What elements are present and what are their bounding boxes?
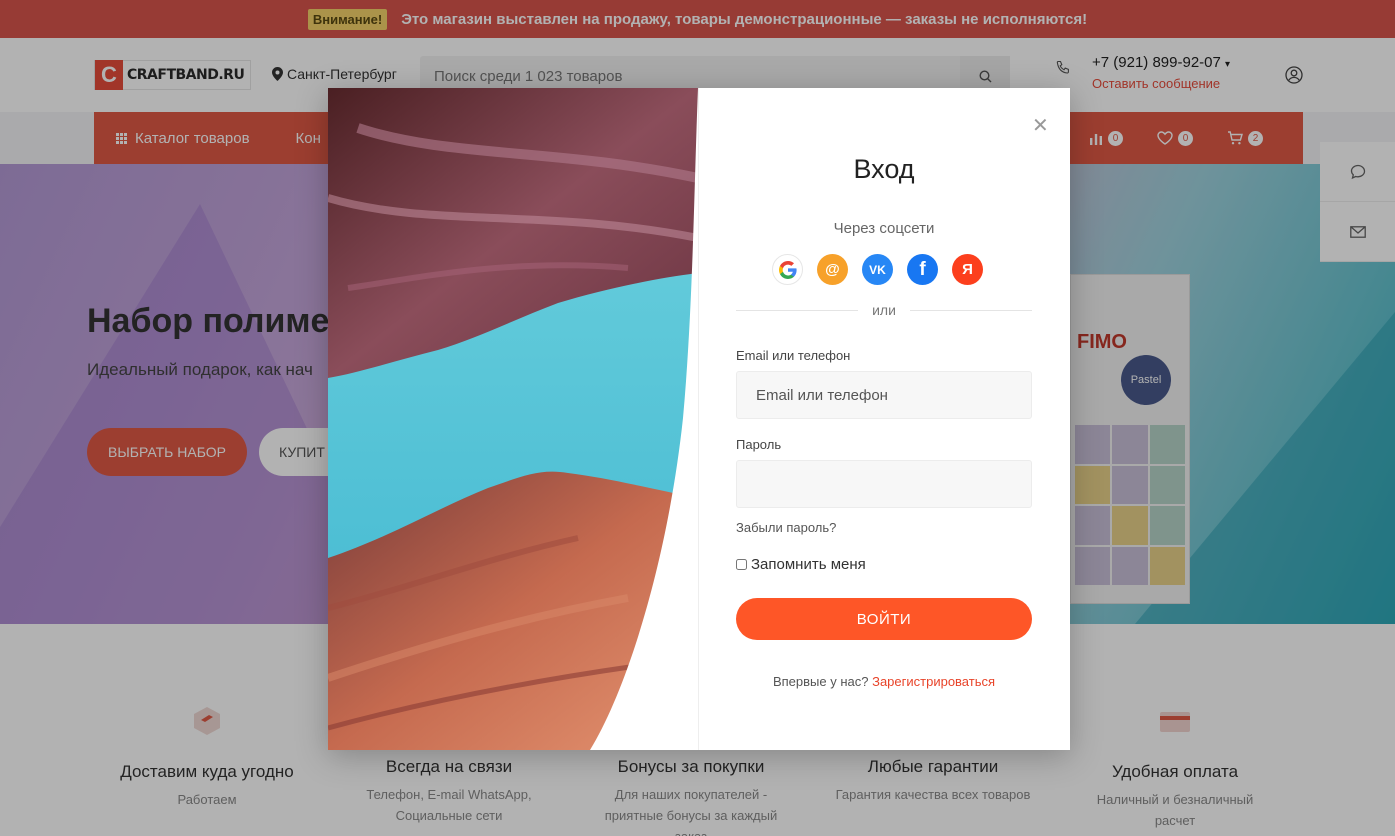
login-field[interactable] bbox=[736, 371, 1032, 419]
password-field-label: Пароль bbox=[736, 437, 782, 452]
modal-title: Вход bbox=[853, 154, 915, 184]
facebook-login-button[interactable]: f bbox=[907, 254, 938, 285]
login-submit-button[interactable]: ВОЙТИ bbox=[736, 598, 1032, 640]
register-link[interactable]: Зарегистрироваться bbox=[872, 674, 995, 689]
remember-me-label: Запомнить меня bbox=[751, 556, 866, 573]
mailru-login-button[interactable]: @ bbox=[817, 254, 848, 285]
remember-me-checkbox[interactable] bbox=[736, 559, 747, 570]
vk-login-button[interactable]: VK bbox=[862, 254, 893, 285]
login-modal: ✕ Вход Через соцсети @ VK f Я или Email … bbox=[328, 88, 1070, 750]
register-prompt-text: Впервые у нас? bbox=[772, 674, 869, 689]
canyon-illustration bbox=[328, 88, 698, 750]
forgot-password-link[interactable]: Забыли пароль? bbox=[736, 520, 836, 535]
yandex-login-button[interactable]: Я bbox=[952, 254, 983, 285]
register-prompt: Впервые у нас? Зарегистрироваться bbox=[736, 674, 1032, 689]
modal-divider bbox=[698, 88, 699, 750]
facebook-icon: f bbox=[919, 258, 926, 280]
or-separator: или bbox=[736, 302, 1032, 318]
vk-icon: VK bbox=[869, 262, 886, 277]
social-login-buttons: @ VK f Я bbox=[772, 254, 983, 285]
close-icon[interactable]: ✕ bbox=[1032, 116, 1049, 136]
google-login-button[interactable] bbox=[772, 254, 803, 285]
or-label: или bbox=[872, 302, 896, 318]
google-icon bbox=[778, 260, 797, 279]
login-field-label: Email или телефон bbox=[736, 348, 851, 363]
remember-me[interactable]: Запомнить меня bbox=[736, 556, 866, 573]
password-field[interactable] bbox=[736, 460, 1032, 508]
social-login-label: Через соцсети bbox=[833, 220, 935, 237]
yandex-icon: Я bbox=[962, 261, 973, 278]
